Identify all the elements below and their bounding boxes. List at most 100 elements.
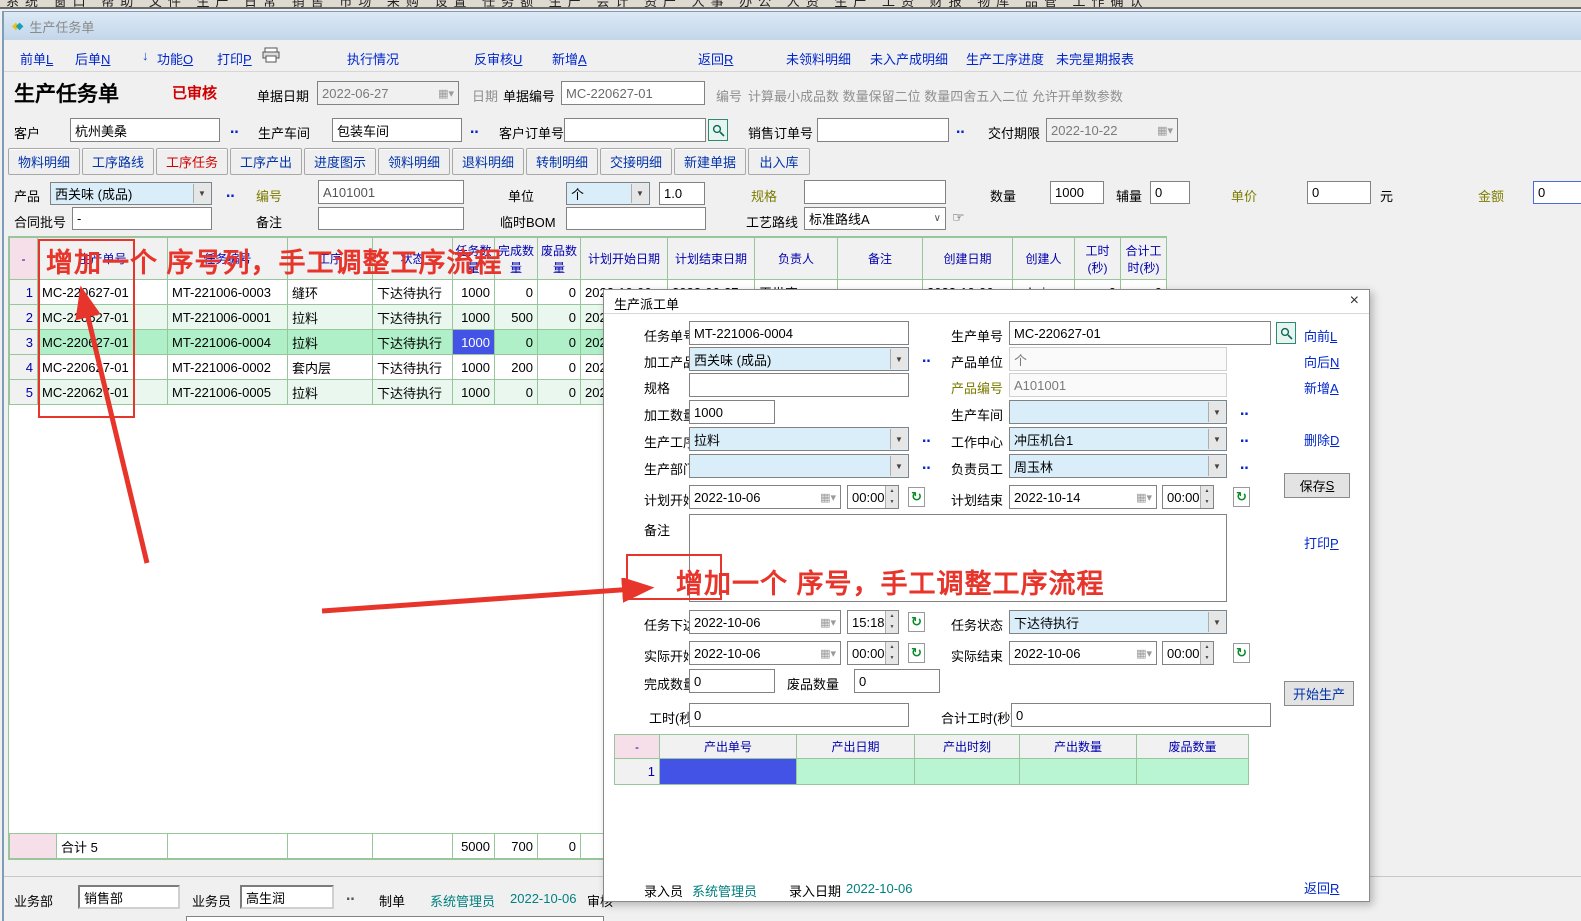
- output-column-header[interactable]: 废品数量: [1137, 735, 1249, 759]
- spinner-icon[interactable]: ▲▼: [885, 611, 898, 633]
- table-cell[interactable]: 拉料: [288, 380, 373, 405]
- table-cell[interactable]: 1000: [453, 355, 495, 380]
- column-header[interactable]: 计划开始日期: [581, 238, 668, 280]
- table-cell[interactable]: 500: [495, 305, 538, 330]
- table-cell[interactable]: MT-221006-0005: [168, 380, 288, 405]
- table-cell[interactable]: 0: [495, 280, 538, 305]
- table-cell[interactable]: 200: [495, 355, 538, 380]
- table-cell[interactable]: 缝环: [288, 280, 373, 305]
- spinner-icon[interactable]: ▲▼: [885, 642, 898, 664]
- table-cell[interactable]: 下达待执行: [373, 305, 453, 330]
- spec-field[interactable]: [804, 180, 946, 204]
- actual-end-date-field[interactable]: 2022-10-06▦▾: [1009, 641, 1157, 665]
- unit-combobox[interactable]: 个▼: [566, 182, 650, 205]
- table-cell[interactable]: 0: [538, 280, 581, 305]
- output-column-header[interactable]: 产出数量: [1020, 735, 1137, 759]
- customer-field[interactable]: 杭州美桑: [70, 118, 220, 142]
- printer-icon[interactable]: [262, 47, 280, 68]
- total-worktime-field[interactable]: 0: [1011, 703, 1271, 727]
- dlg-workshop-combobox[interactable]: ▼: [1009, 400, 1227, 424]
- output-cell[interactable]: [1020, 759, 1137, 785]
- table-cell[interactable]: MT-221006-0001: [168, 305, 288, 330]
- table-cell[interactable]: 拉料: [288, 305, 373, 330]
- chevron-down-icon[interactable]: ▼: [1208, 456, 1225, 476]
- tab-物料明细[interactable]: 物料明细: [8, 148, 80, 175]
- column-header[interactable]: 工时(秒): [1075, 238, 1121, 280]
- dialog-prev-button[interactable]: 向前L: [1304, 326, 1337, 345]
- amount-field[interactable]: 0: [1533, 181, 1581, 204]
- column-header[interactable]: 备注: [838, 238, 923, 280]
- column-header[interactable]: 创建人: [1013, 238, 1075, 280]
- weekly-report-link[interactable]: 未完星期报表: [1056, 49, 1134, 68]
- tab-交接明细[interactable]: 交接明细: [600, 148, 672, 175]
- table-cell[interactable]: 套内层: [288, 355, 373, 380]
- biz-dept-field[interactable]: 销售部: [78, 885, 180, 909]
- plan-start-date-field[interactable]: 2022-10-06▦▾: [689, 485, 841, 509]
- tab-退料明细[interactable]: 退料明细: [452, 148, 524, 175]
- dialog-print-button[interactable]: 打印P: [1304, 533, 1339, 552]
- calendar-icon[interactable]: ▦▾: [820, 616, 836, 629]
- output-row[interactable]: 1: [615, 759, 1249, 785]
- tab-工序产出[interactable]: 工序产出: [230, 148, 302, 175]
- customer-order-field[interactable]: [564, 118, 706, 142]
- remark-field[interactable]: [318, 207, 464, 230]
- doc-date-field[interactable]: 2022-06-27▦▾: [317, 81, 459, 105]
- price-field[interactable]: 0: [1307, 181, 1371, 204]
- dialog-delete-button[interactable]: 删除D: [1304, 430, 1339, 449]
- doc-no-field[interactable]: MC-220627-01: [561, 81, 705, 105]
- sales-order-picker-button[interactable]: ‥: [956, 121, 966, 137]
- dispatch-time-field[interactable]: 15:18▲▼: [847, 610, 899, 634]
- tab-工序路线[interactable]: 工序路线: [82, 148, 154, 175]
- table-cell[interactable]: 拉料: [288, 330, 373, 355]
- table-cell[interactable]: 0: [495, 380, 538, 405]
- deliver-date-field[interactable]: 2022-10-22▦▾: [1046, 118, 1178, 142]
- column-header[interactable]: 废品数量: [538, 238, 581, 280]
- output-column-header[interactable]: 产出时刻: [915, 735, 1020, 759]
- output-cell[interactable]: 1: [615, 759, 660, 785]
- product-code-field[interactable]: A101001: [318, 180, 464, 204]
- column-header[interactable]: 计划结束日期: [668, 238, 755, 280]
- search-icon[interactable]: [1276, 322, 1296, 344]
- save-button[interactable]: 保存S: [1284, 473, 1350, 498]
- chevron-down-icon[interactable]: ▼: [193, 184, 210, 203]
- work-product-combobox[interactable]: 西关味 (成品)▼: [689, 347, 909, 371]
- table-cell[interactable]: 4: [10, 355, 38, 380]
- table-cell[interactable]: 0: [495, 330, 538, 355]
- table-cell[interactable]: 0: [538, 330, 581, 355]
- table-cell[interactable]: 3: [10, 330, 38, 355]
- actual-start-date-field[interactable]: 2022-10-06▦▾: [689, 641, 841, 665]
- print-button[interactable]: 打印P: [217, 49, 252, 68]
- footer-extra-field[interactable]: [186, 916, 604, 921]
- refresh-icon[interactable]: ↻: [908, 612, 925, 632]
- tab-出入库[interactable]: 出入库: [748, 148, 810, 175]
- dialog-back-button[interactable]: 返回R: [1304, 878, 1339, 897]
- status-combobox[interactable]: 下达待执行▼: [1009, 610, 1227, 634]
- table-cell[interactable]: 2: [10, 305, 38, 330]
- chevron-down-icon[interactable]: ▼: [890, 429, 907, 449]
- chevron-down-icon[interactable]: ∨: [934, 213, 941, 224]
- plan-end-date-field[interactable]: 2022-10-14▦▾: [1009, 485, 1157, 509]
- unissued-material-link[interactable]: 未领料明细: [786, 49, 851, 68]
- tab-领料明细[interactable]: 领料明细: [378, 148, 450, 175]
- refresh-icon[interactable]: ↻: [1233, 487, 1250, 507]
- table-cell[interactable]: MT-221006-0002: [168, 355, 288, 380]
- prev-doc-button[interactable]: 前单L: [20, 49, 53, 68]
- column-header[interactable]: 负责人: [755, 238, 838, 280]
- table-cell[interactable]: 下达待执行: [373, 330, 453, 355]
- workcenter-picker-button[interactable]: ‥: [1240, 430, 1250, 446]
- output-cell[interactable]: [1137, 759, 1249, 785]
- route-combobox[interactable]: 标准路线A∨: [804, 207, 946, 230]
- biz-person-picker-button[interactable]: ‥: [346, 888, 356, 904]
- work-product-picker-button[interactable]: ‥: [922, 350, 932, 366]
- exec-status-button[interactable]: 执行情况: [347, 49, 399, 68]
- aux-qty-field[interactable]: 0: [1150, 181, 1190, 204]
- output-column-header[interactable]: 产出单号: [660, 735, 797, 759]
- tab-新建单据[interactable]: 新建单据: [674, 148, 746, 175]
- start-production-button[interactable]: 开始生产: [1284, 681, 1354, 706]
- task-no-field[interactable]: MT-221006-0004: [689, 321, 909, 345]
- add-button[interactable]: 新增A: [552, 49, 587, 68]
- calendar-icon[interactable]: ▦▾: [438, 87, 454, 100]
- table-cell[interactable]: 下达待执行: [373, 355, 453, 380]
- table-cell[interactable]: 下达待执行: [373, 280, 453, 305]
- process-combobox[interactable]: 拉料▼: [689, 427, 909, 451]
